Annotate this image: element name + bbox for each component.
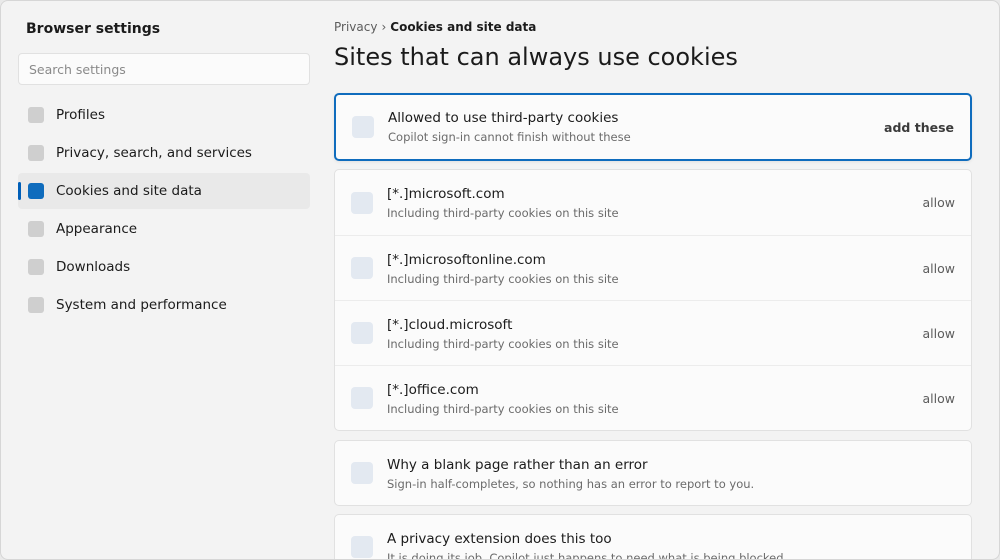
site-icon (351, 257, 373, 279)
sidebar-item-privacy[interactable]: Privacy, search, and services (18, 135, 310, 171)
sidebar-item-label: System and performance (56, 297, 227, 313)
sidebar-item-label: Cookies and site data (56, 183, 202, 199)
third-party-banner[interactable]: Allowed to use third-party cookies Copil… (334, 93, 972, 161)
breadcrumb-separator: › (381, 20, 387, 34)
site-icon (351, 191, 373, 214)
site-detail: Including third-party cookies on this si… (387, 206, 619, 220)
allow-button[interactable]: allow (923, 326, 955, 341)
info-row[interactable]: Why a blank page rather than an error Si… (335, 441, 971, 505)
site-icon (351, 387, 373, 409)
info-icon (351, 462, 373, 484)
breadcrumb: Privacy › Cookies and site data (334, 20, 536, 34)
page-title: Sites that can always use cookies (334, 43, 738, 71)
info-text: Why a blank page rather than an error Si… (387, 457, 754, 491)
sidebar-nav: Profiles Privacy, search, and services C… (18, 97, 310, 325)
site-text: [*.]office.com Including third-party coo… (387, 382, 619, 416)
site-domain: [*.]office.com (387, 382, 479, 398)
list-item: [*.]microsoft.com Including third-party … (335, 170, 971, 235)
system-icon (28, 297, 44, 313)
breadcrumb-parent[interactable]: Privacy (334, 20, 377, 34)
sidebar-item-system[interactable]: System and performance (18, 287, 310, 323)
main-content: Privacy › Cookies and site data Sites that… (334, 1, 974, 560)
info-title: A privacy extension does this too (387, 531, 612, 547)
add-these-button[interactable]: add these (884, 120, 954, 135)
cookie-icon (28, 183, 44, 199)
list-item: [*.]office.com Including third-party coo… (335, 365, 971, 430)
banner-text: Allowed to use third-party cookies Copil… (388, 110, 631, 144)
site-detail: Including third-party cookies on this si… (387, 272, 619, 286)
sidebar-item-downloads[interactable]: Downloads (18, 249, 310, 285)
site-text: [*.]microsoftonline.com Including third-… (387, 252, 619, 286)
sidebar-item-profiles[interactable]: Profiles (18, 97, 310, 133)
info-card-privacy-extension[interactable]: A privacy extension does this too It is … (334, 514, 972, 560)
extension-icon (351, 536, 373, 558)
sidebar-item-label: Privacy, search, and services (56, 145, 252, 161)
active-indicator (18, 182, 21, 200)
settings-window: Browser settings Profiles Privacy, searc… (0, 0, 1000, 560)
allow-button[interactable]: allow (923, 261, 955, 276)
list-item: [*.]microsoftonline.com Including third-… (335, 235, 971, 300)
info-card-blank-page[interactable]: Why a blank page rather than an error Si… (334, 440, 972, 506)
site-detail: Including third-party cookies on this si… (387, 337, 619, 351)
appearance-icon (28, 221, 44, 237)
banner-row[interactable]: Allowed to use third-party cookies Copil… (336, 95, 970, 159)
allow-button[interactable]: allow (923, 391, 955, 406)
profile-icon (28, 107, 44, 123)
download-icon (28, 259, 44, 275)
sidebar-item-cookies[interactable]: Cookies and site data (18, 173, 310, 209)
site-icon (351, 322, 373, 344)
app-title: Browser settings (26, 21, 161, 37)
banner-icon (352, 116, 374, 138)
info-subtitle: Sign-in half-completes, so nothing has a… (387, 477, 755, 491)
search-input[interactable] (18, 53, 310, 85)
sidebar-item-appearance[interactable]: Appearance (18, 211, 310, 247)
privacy-icon (28, 145, 44, 161)
info-title: Why a blank page rather than an error (387, 457, 648, 473)
info-row[interactable]: A privacy extension does this too It is … (335, 515, 971, 560)
sidebar: Browser settings Profiles Privacy, searc… (1, 1, 321, 559)
info-text: A privacy extension does this too It is … (387, 531, 788, 560)
site-text: [*.]microsoft.com Including third-party … (387, 186, 619, 220)
site-domain: [*.]microsoftonline.com (387, 252, 546, 268)
info-subtitle: It is doing its job. Copilot just happen… (387, 551, 788, 560)
site-list: [*.]microsoft.com Including third-party … (334, 169, 972, 431)
banner-subtitle: Copilot sign-in cannot finish without th… (388, 130, 631, 144)
site-domain: [*.]microsoft.com (387, 186, 505, 202)
banner-title: Allowed to use third-party cookies (388, 110, 619, 126)
site-domain: [*.]cloud.microsoft (387, 317, 513, 333)
sidebar-item-label: Profiles (56, 107, 106, 123)
sidebar-item-label: Downloads (56, 259, 131, 275)
breadcrumb-current: Cookies and site data (390, 20, 537, 34)
site-text: [*.]cloud.microsoft Including third-part… (387, 317, 619, 351)
site-detail: Including third-party cookies on this si… (387, 402, 619, 416)
list-item: [*.]cloud.microsoft Including third-part… (335, 300, 971, 365)
sidebar-item-label: Appearance (56, 221, 138, 237)
allow-button[interactable]: allow (923, 195, 955, 210)
